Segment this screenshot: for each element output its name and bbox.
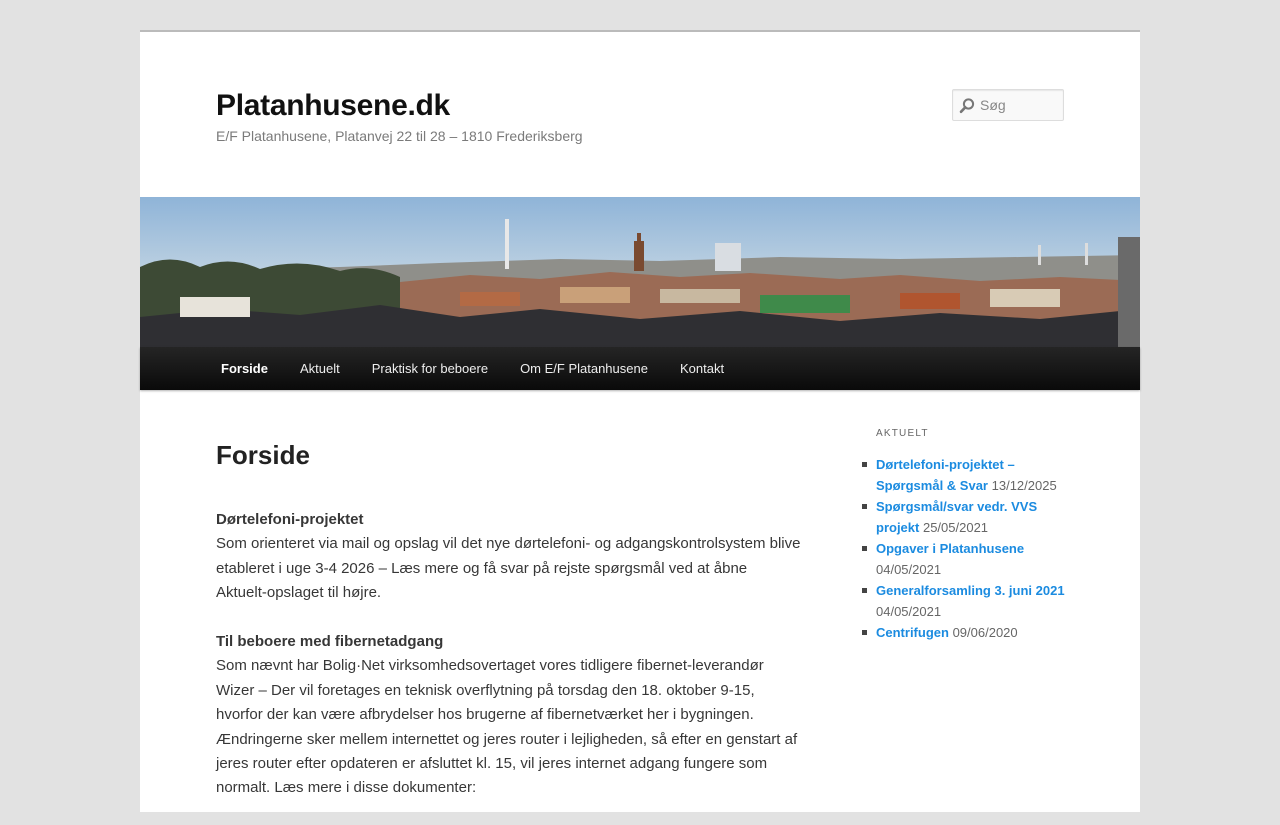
- content-section: Til beboere med fibernetadgang Som nævnt…: [216, 630, 801, 801]
- nav-item-kontakt[interactable]: Kontakt: [664, 347, 740, 390]
- widget-title: AKTUELT: [876, 428, 929, 439]
- section-heading: Til beboere med fibernetadgang: [216, 633, 444, 651]
- page-container: Platanhusene.dk E/F Platanhusene, Platan…: [140, 30, 1140, 812]
- post-date: 13/12/2025: [991, 478, 1057, 493]
- post-link[interactable]: Generalforsamling 3. juni 2021: [876, 583, 1065, 598]
- post-link[interactable]: Centrifugen: [876, 625, 949, 640]
- post-date: 25/05/2021: [922, 520, 989, 535]
- nav-item-om-ef-platanhusene[interactable]: Om E/F Platanhusene: [504, 347, 664, 390]
- page-title: Forside: [216, 440, 310, 470]
- main-content: Dørtelefoni-projektet Som orienteret via…: [216, 508, 801, 825]
- nav-item-aktuelt[interactable]: Aktuelt: [284, 347, 356, 390]
- search-icon: [959, 98, 975, 114]
- section-heading: Dørtelefoni-projektet: [216, 511, 364, 528]
- site-description: E/F Platanhusene, Platanvej 22 til 28 – …: [216, 128, 583, 144]
- nav-item-forside[interactable]: Forside: [205, 347, 284, 390]
- main-navigation: Forside Aktuelt Praktisk for beboere Om …: [140, 347, 1140, 390]
- post-date: 04/05/2021: [876, 604, 942, 619]
- nav-item-praktisk-for-beboere[interactable]: Praktisk for beboere: [356, 347, 504, 390]
- search-box[interactable]: [952, 89, 1064, 121]
- recent-posts-list: Dørtelefoni-projektet – Spørgsmål & Svar…: [862, 454, 1066, 643]
- search-input[interactable]: [980, 95, 1058, 115]
- section-body: Som orienteret via mail og opslag vil de…: [216, 535, 801, 602]
- post-date: 09/06/2020: [952, 625, 1018, 640]
- header-banner-image[interactable]: [140, 197, 1140, 347]
- list-item: Spørgsmål/svar vedr. VVS projekt 25/05/2…: [862, 496, 1066, 538]
- list-item: Dørtelefoni-projektet – Spørgsmål & Svar…: [862, 454, 1066, 496]
- content-section: Dørtelefoni-projektet Som orienteret via…: [216, 508, 801, 606]
- section-body: Som nævnt har Bolig·Net virksomhedsovert…: [216, 657, 798, 797]
- post-link[interactable]: Opgaver i Platanhusene: [876, 541, 1024, 556]
- post-date: 04/05/2021: [876, 562, 942, 577]
- list-item: Generalforsamling 3. juni 2021 04/05/202…: [862, 580, 1066, 622]
- list-item: Opgaver i Platanhusene 04/05/2021: [862, 538, 1066, 580]
- site-title[interactable]: Platanhusene.dk: [216, 88, 450, 124]
- sidebar: AKTUELT Dørtelefoni-projektet – Spørgsmå…: [862, 426, 1066, 643]
- list-item: Centrifugen 09/06/2020: [862, 622, 1066, 643]
